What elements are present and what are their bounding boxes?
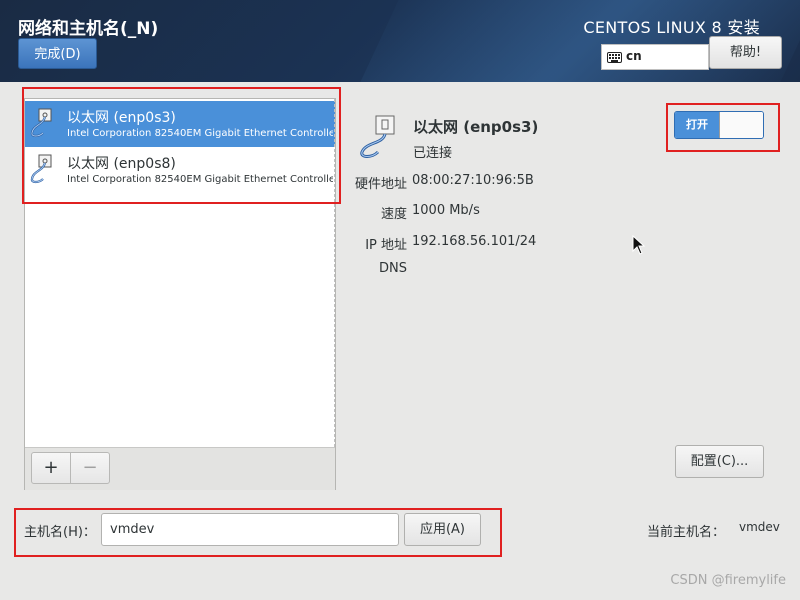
ip-address-label: IP 地址 xyxy=(365,238,407,253)
hardware-address-value: 08:00:27:10:96:5B xyxy=(412,173,534,188)
hardware-address-label: 硬件地址 xyxy=(354,177,407,192)
install-title: CENTOS LINUX 8 安装 xyxy=(583,18,760,37)
current-hostname-label: 当前主机名： xyxy=(647,525,726,540)
device-name: 以太网 (enp0s8) xyxy=(67,156,176,172)
remove-device-button[interactable]: − xyxy=(70,452,110,484)
add-device-button[interactable]: + xyxy=(31,452,71,484)
toggle-on-label: 打开 xyxy=(675,112,719,138)
apply-hostname-button[interactable]: 应用(A) xyxy=(404,513,481,546)
ip-address-value: 192.168.56.101/24 xyxy=(412,234,537,249)
ethernet-cable-icon xyxy=(30,108,52,138)
speed-value: 1000 Mb/s xyxy=(412,203,480,218)
ethernet-cable-icon xyxy=(30,154,52,184)
keyboard-icon xyxy=(607,52,622,63)
device-description: Intel Corporation 82540EM Gigabit Ethern… xyxy=(67,174,333,185)
connection-status: 已连接 xyxy=(413,146,453,161)
speed-label: 速度 xyxy=(380,207,407,222)
toggle-knob xyxy=(719,112,763,138)
mouse-pointer-icon xyxy=(632,235,646,255)
watermark: CSDN @firemylife xyxy=(670,573,786,588)
device-description: Intel Corporation 82540EM Gigabit Ethern… xyxy=(67,128,333,139)
device-name: 以太网 (enp0s3) xyxy=(67,110,176,126)
current-hostname-value: vmdev xyxy=(739,520,780,534)
header-bar: 网络和主机名(_N) 完成(D) CENTOS LINUX 8 安装 cn 帮助… xyxy=(0,0,800,82)
list-scroll-edge xyxy=(333,99,335,447)
device-item-enp0s3[interactable]: 以太网 (enp0s3) Intel Corporation 82540EM G… xyxy=(25,101,335,147)
hostname-label: 主机名(H)： xyxy=(24,525,96,540)
help-button[interactable]: 帮助! xyxy=(709,36,782,69)
device-list-panel: 以太网 (enp0s3) Intel Corporation 82540EM G… xyxy=(24,98,336,490)
ethernet-cable-icon xyxy=(360,115,395,158)
device-detail-name: 以太网 (enp0s3) xyxy=(413,118,539,136)
device-power-toggle[interactable]: 打开 xyxy=(674,111,764,139)
configure-button[interactable]: 配置(C)... xyxy=(675,445,764,478)
hostname-input[interactable] xyxy=(101,513,399,546)
device-list-toolbar: + − xyxy=(25,447,335,490)
page-title: 网络和主机名(_N) xyxy=(18,19,159,39)
device-item-enp0s8[interactable]: 以太网 (enp0s8) Intel Corporation 82540EM G… xyxy=(25,147,335,193)
dns-label: DNS xyxy=(379,261,407,276)
keyboard-layout-indicator[interactable]: cn xyxy=(601,44,709,70)
device-list: 以太网 (enp0s3) Intel Corporation 82540EM G… xyxy=(25,99,335,447)
done-button[interactable]: 完成(D) xyxy=(18,38,97,69)
keyboard-layout-label: cn xyxy=(626,49,642,63)
